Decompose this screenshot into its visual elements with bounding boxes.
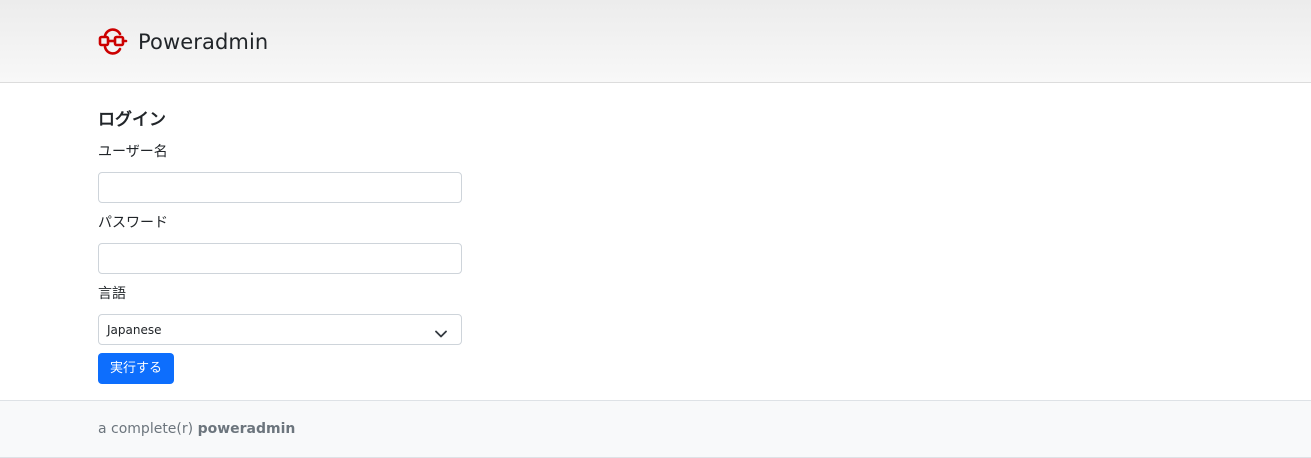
password-label: パスワード bbox=[98, 215, 168, 231]
footer-text: a complete(r) poweradmin bbox=[98, 421, 295, 437]
poweradmin-logo-icon bbox=[98, 28, 128, 56]
footer-prefix: a complete(r) bbox=[98, 421, 194, 437]
language-selected-value: Japanese bbox=[107, 322, 162, 337]
brand-name: Poweradmin bbox=[138, 30, 269, 54]
submit-button[interactable]: 実行する bbox=[98, 353, 175, 384]
language-select[interactable]: Japanese bbox=[98, 314, 462, 345]
page-title: ログイン bbox=[98, 110, 166, 130]
brand-link[interactable]: Poweradmin bbox=[98, 26, 268, 58]
top-navbar: Poweradmin bbox=[0, 0, 1311, 83]
language-label: 言語 bbox=[98, 286, 126, 302]
page-footer: a complete(r) poweradmin bbox=[0, 400, 1311, 458]
username-input[interactable] bbox=[98, 172, 462, 203]
footer-brand-link[interactable]: poweradmin bbox=[198, 421, 296, 437]
username-label: ユーザー名 bbox=[98, 144, 168, 160]
password-input[interactable] bbox=[98, 243, 462, 274]
chevron-down-icon bbox=[435, 324, 447, 343]
